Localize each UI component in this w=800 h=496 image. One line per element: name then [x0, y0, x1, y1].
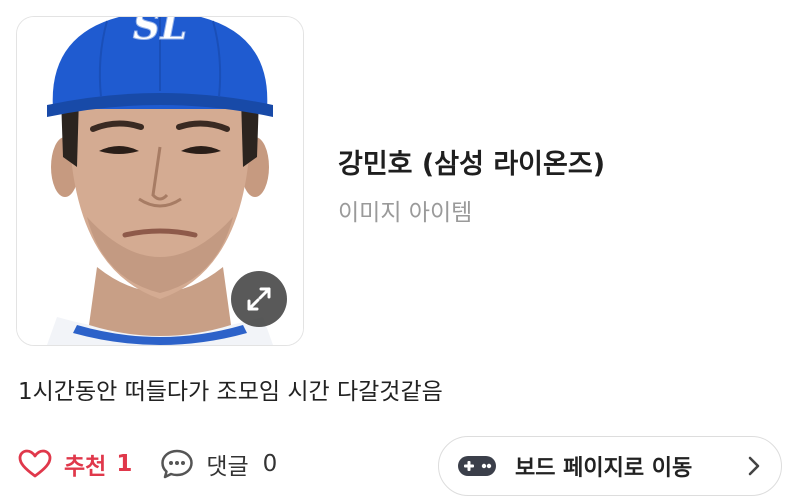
go-to-board-button[interactable]: 보드 페이지로 이동: [438, 436, 782, 496]
item-title[interactable]: 강민호 (삼성 라이온즈): [338, 142, 605, 181]
speech-bubble-icon: [161, 449, 194, 479]
comment-label: 댓글: [206, 454, 249, 480]
comment-button[interactable]: 댓글 0: [160, 447, 277, 481]
comment-count: 0: [262, 451, 278, 477]
post-text: 1시간동안 떠들다가 조모임 시간 다갈것같음: [18, 379, 443, 405]
expand-image-button[interactable]: [231, 271, 287, 327]
cap-logo: SL: [133, 17, 187, 48]
item-type-label: 이미지 아이템: [338, 200, 473, 226]
item-info: 강민호 (삼성 라이온즈) 이미지 아이템: [338, 142, 605, 227]
go-to-board-label: 보드 페이지로 이동: [515, 456, 693, 481]
chevron-right-icon: [748, 456, 760, 476]
gamepad-icon: [458, 456, 496, 476]
post-actions: 추천 1 댓글 0: [18, 440, 277, 488]
like-count: 1: [116, 451, 133, 477]
like-button[interactable]: 추천 1: [18, 447, 132, 481]
item-image-card[interactable]: SL: [16, 16, 304, 346]
like-label: 추천: [64, 454, 107, 480]
heart-icon: [18, 449, 52, 478]
expand-arrows-icon: [247, 287, 271, 311]
